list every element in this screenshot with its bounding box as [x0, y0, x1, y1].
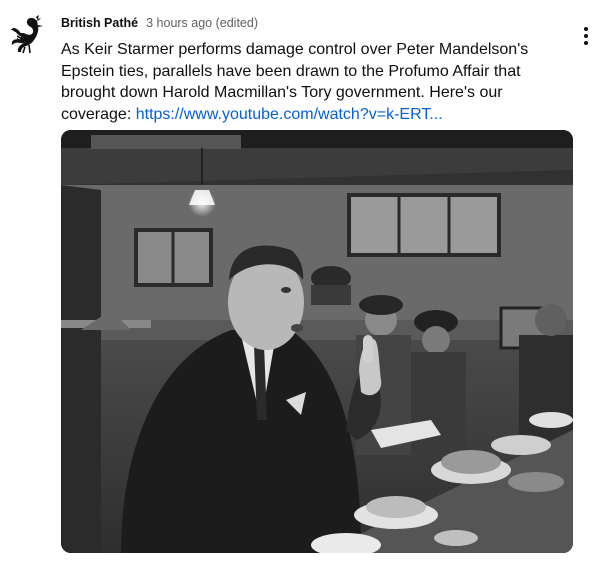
post-timestamp[interactable]: 3 hours ago (edited)	[146, 16, 258, 30]
channel-name[interactable]: British Pathé	[61, 16, 138, 30]
post-image[interactable]	[61, 130, 573, 553]
rooster-logo-icon	[11, 15, 43, 54]
channel-avatar[interactable]	[10, 14, 46, 54]
black-and-white-photo	[61, 130, 573, 553]
post-body: As Keir Starmer performs damage control …	[61, 39, 561, 125]
post-header: British Pathé 3 hours ago (edited)	[61, 16, 258, 30]
more-options-button[interactable]	[578, 24, 593, 48]
more-vert-icon	[584, 27, 588, 31]
more-vert-icon-dot	[584, 34, 588, 38]
more-vert-icon-dot	[584, 41, 588, 45]
post-link[interactable]: https://www.youtube.com/watch?v=k-ERT...	[136, 106, 443, 123]
community-post: British Pathé 3 hours ago (edited) As Ke…	[0, 0, 593, 564]
